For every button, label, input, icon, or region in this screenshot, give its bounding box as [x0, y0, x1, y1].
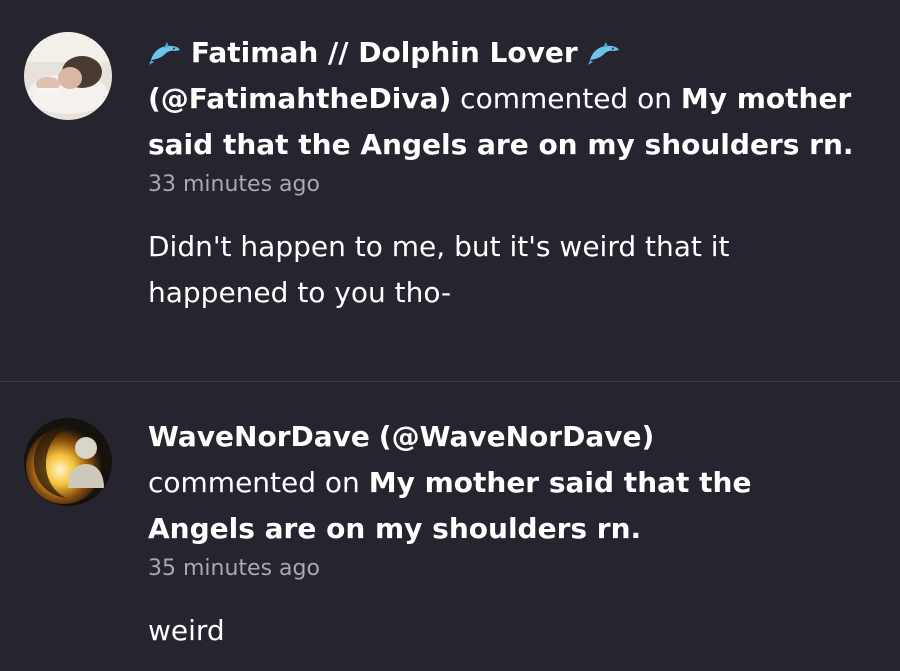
action-text: commented on	[460, 82, 672, 115]
dolphin-icon	[148, 34, 182, 65]
avatar[interactable]	[24, 32, 112, 120]
notification-headline: Fatimah // Dolphin Lover (@FatimahtheDiv…	[148, 30, 858, 168]
user-display-name[interactable]: WaveNorDave	[148, 420, 370, 453]
glowing-avatar-icon	[24, 418, 112, 506]
notification-item[interactable]: Fatimah // Dolphin Lover (@FatimahtheDiv…	[0, 0, 900, 382]
notification-content: WaveNorDave (@WaveNorDave) commented on …	[148, 414, 858, 654]
notification-headline: WaveNorDave (@WaveNorDave) commented on …	[148, 414, 858, 552]
timestamp: 35 minutes ago	[148, 556, 320, 581]
comment-text: Didn't happen to me, but it's weird that…	[148, 230, 730, 309]
notification-content: Fatimah // Dolphin Lover (@FatimahtheDiv…	[148, 30, 858, 316]
dolphin-icon	[587, 34, 621, 65]
timestamp: 33 minutes ago	[148, 172, 320, 197]
notification-item[interactable]: WaveNorDave (@WaveNorDave) commented on …	[0, 382, 900, 671]
user-photo-avatar-icon	[24, 32, 112, 120]
comment-text: weird	[148, 614, 225, 647]
user-handle[interactable]: (@FatimahtheDiva)	[148, 82, 451, 115]
action-text: commented on	[148, 466, 360, 499]
user-handle[interactable]: (@WaveNorDave)	[379, 420, 654, 453]
user-display-name[interactable]: Fatimah // Dolphin Lover	[191, 36, 578, 69]
avatar[interactable]	[24, 418, 112, 506]
